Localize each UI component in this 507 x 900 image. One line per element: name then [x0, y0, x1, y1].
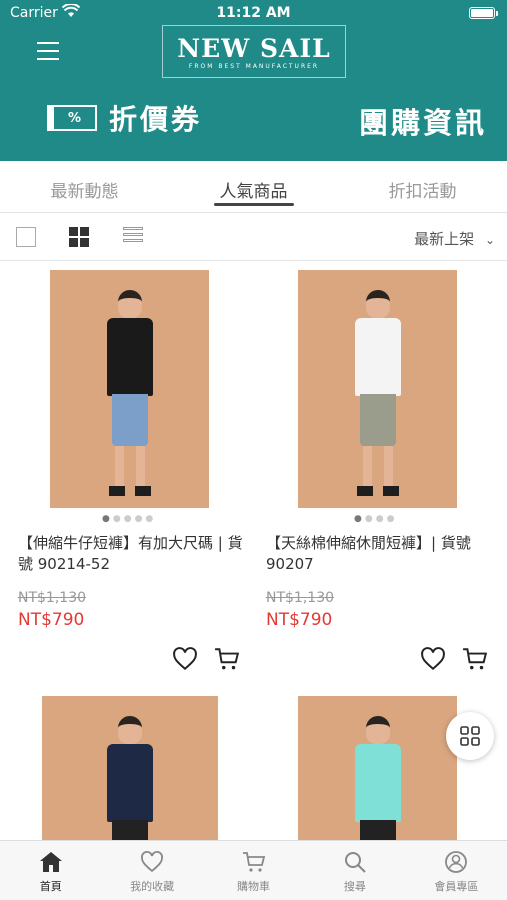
product-1-top [354, 318, 401, 396]
sale-price: NT$790 [18, 610, 85, 630]
product-image[interactable] [298, 696, 457, 840]
tabbar-member[interactable]: 會員專區 [406, 841, 507, 900]
search-icon [344, 852, 366, 873]
logo-tagline: FROM BEST MANUFACTURER [188, 63, 320, 70]
coupon-label: 折價券 [109, 103, 203, 136]
chevron-down-icon: ⌄ [484, 233, 495, 247]
model-figure [348, 716, 408, 840]
app-header: Carrier 11:12 AM NEW SAIL FROM BEST MANU… [0, 0, 507, 161]
status-time: 11:12 AM [216, 5, 291, 21]
floating-grid-button[interactable] [446, 712, 494, 760]
grid-view-icon[interactable] [69, 227, 89, 247]
tabbar-label: 會員專區 [434, 880, 479, 893]
product-card[interactable]: ●●●● 【天絲棉伸縮休閒短褲】| 貨號 90207 NT$1,130 NT$7… [266, 262, 496, 677]
brand-logo: NEW SAIL FROM BEST MANUFACTURER [162, 25, 346, 78]
tabbar-favorites[interactable]: 我的收藏 [101, 841, 202, 900]
product-3-bottom [359, 820, 396, 840]
product-grid: ●●●●● 【伸縮牛仔短褲】有加大尺碼 | 貨號 90214-52 NT$1,1… [0, 262, 507, 840]
product-card[interactable] [18, 696, 248, 840]
model-figure [100, 716, 160, 840]
product-title[interactable]: 【天絲棉伸縮休閒短褲】| 貨號 90207 [266, 533, 496, 575]
tabbar-home[interactable]: 首頁 [0, 841, 101, 900]
tab-popular-products[interactable]: 人氣商品 [169, 161, 338, 212]
category-tabs: 最新動態 人氣商品 折扣活動 [0, 161, 507, 213]
original-price: NT$1,130 [18, 590, 87, 606]
model-figure [348, 290, 408, 500]
product-0-top [106, 318, 153, 396]
tabbar-label: 我的收藏 [130, 880, 175, 893]
product-image[interactable] [42, 696, 218, 840]
product-title[interactable]: 【伸縮牛仔短褲】有加大尺碼 | 貨號 90214-52 [18, 533, 248, 575]
model-figure [100, 290, 160, 500]
product-card[interactable]: ●●●●● 【伸縮牛仔短褲】有加大尺碼 | 貨號 90214-52 NT$1,1… [18, 262, 248, 677]
product-1-bottom [359, 394, 396, 446]
select-all-checkbox[interactable] [16, 227, 36, 247]
cart-icon [242, 852, 265, 872]
sale-price: NT$790 [266, 610, 333, 630]
tabbar-label: 搜尋 [343, 880, 366, 893]
product-2-bottom [112, 820, 148, 840]
battery-icon [469, 7, 498, 19]
sort-dropdown[interactable]: 最新上架 ⌄ [414, 228, 495, 249]
sort-label: 最新上架 [414, 230, 475, 248]
product-3-top [354, 744, 401, 822]
heart-icon[interactable] [420, 646, 446, 672]
product-image[interactable] [50, 270, 209, 508]
bottom-tab-bar: 首頁 我的收藏 購物車 搜尋 會員專區 [0, 840, 507, 900]
tab-latest-news[interactable]: 最新動態 [0, 161, 169, 212]
image-pager-dots: ●●●●● [102, 514, 157, 524]
tab-discount-events[interactable]: 折扣活動 [338, 161, 507, 212]
product-image[interactable] [298, 270, 457, 508]
tabbar-search[interactable]: 搜尋 [304, 841, 405, 900]
coupon-button[interactable]: % 折價券 [47, 100, 202, 136]
cart-icon[interactable] [462, 646, 488, 672]
heart-icon[interactable] [172, 646, 198, 672]
list-view-icon[interactable] [123, 227, 143, 247]
home-icon [39, 852, 62, 872]
logo-name: NEW SAIL [177, 34, 331, 63]
image-pager-dots: ●●●● [354, 514, 398, 524]
heart-icon [141, 851, 164, 873]
menu-button[interactable] [37, 42, 59, 60]
original-price: NT$1,130 [266, 590, 335, 606]
tabbar-label: 首頁 [39, 880, 62, 893]
grid-icon [460, 726, 480, 746]
status-bar: Carrier 11:12 AM [0, 0, 507, 28]
list-toolbar: 最新上架 ⌄ [0, 214, 507, 261]
coupon-ticket-icon: % [47, 105, 97, 131]
cart-icon[interactable] [214, 646, 240, 672]
tabbar-label: 購物車 [237, 880, 271, 893]
product-2-top [107, 744, 153, 822]
user-icon [445, 851, 468, 873]
group-buy-button[interactable]: 團購資訊 [359, 100, 487, 142]
product-0-bottom [111, 394, 148, 446]
tabbar-cart[interactable]: 購物車 [203, 841, 304, 900]
